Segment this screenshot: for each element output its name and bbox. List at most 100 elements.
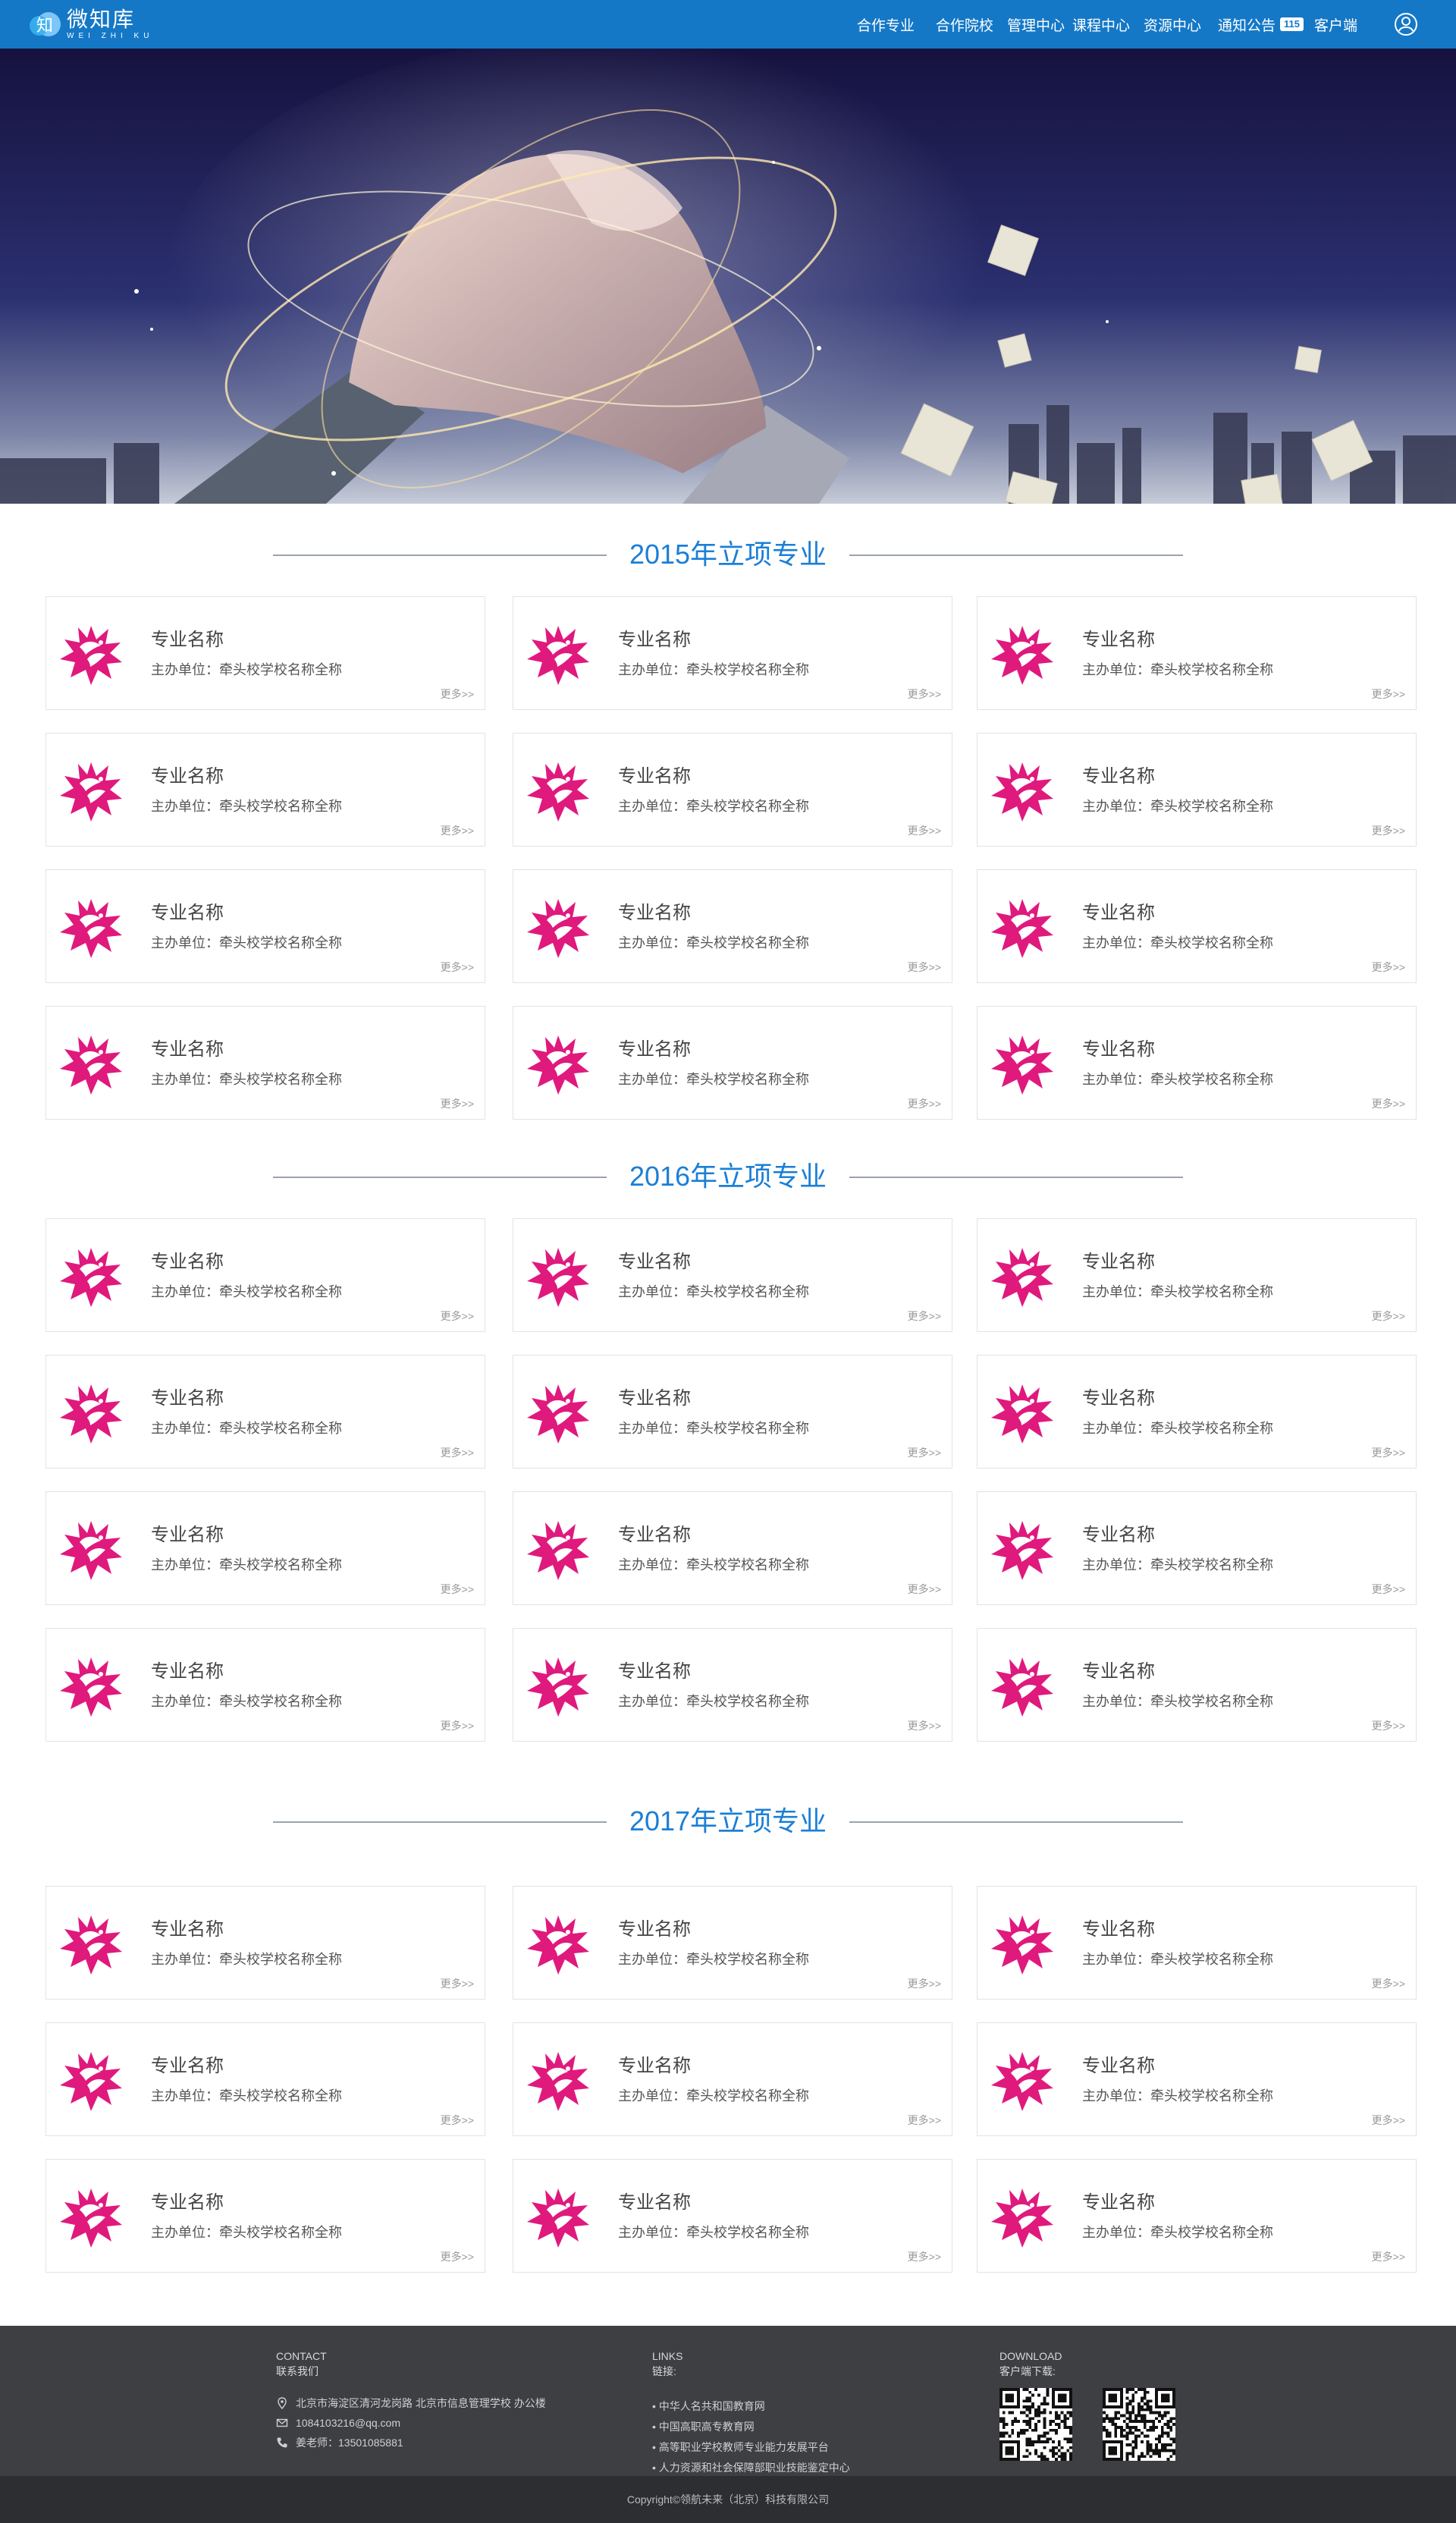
menu-resource-center[interactable]: 资源中心 — [1144, 14, 1201, 35]
more-link[interactable]: 更多>> — [441, 960, 474, 975]
more-link[interactable]: 更多>> — [908, 1445, 941, 1460]
major-card[interactable]: 专业名称 主办单位：牵头校学校名称全称 更多>> — [977, 596, 1417, 710]
more-link[interactable]: 更多>> — [1372, 1718, 1405, 1733]
more-link[interactable]: 更多>> — [908, 823, 941, 838]
major-name: 专业名称 — [618, 1252, 691, 1272]
major-card[interactable]: 专业名称 主办单位：牵头校学校名称全称 更多>> — [977, 1491, 1417, 1605]
major-card[interactable]: 专业名称 主办单位：牵头校学校名称全称 更多>> — [513, 869, 952, 983]
major-card[interactable]: 专业名称 主办单位：牵头校学校名称全称 更多>> — [513, 1355, 952, 1469]
major-card[interactable]: 专业名称 主办单位：牵头校学校名称全称 更多>> — [513, 1886, 952, 2000]
major-card[interactable]: 专业名称 主办单位：牵头校学校名称全称 更多>> — [46, 733, 485, 847]
more-link[interactable]: 更多>> — [908, 1976, 941, 1991]
host-organization: 主办单位：牵头校学校名称全称 — [1082, 1072, 1273, 1087]
more-link[interactable]: 更多>> — [1372, 687, 1405, 702]
major-card[interactable]: 专业名称 主办单位：牵头校学校名称全称 更多>> — [513, 2159, 952, 2273]
major-card[interactable]: 专业名称 主办单位：牵头校学校名称全称 更多>> — [977, 1355, 1417, 1469]
footer-link[interactable]: • 高等职业学校教师专业能力发展平台 — [652, 2440, 850, 2455]
major-name: 专业名称 — [1082, 2192, 1155, 2213]
menu-notices-label: 通知公告 — [1217, 17, 1276, 34]
project-section: 2016年立项专业 专业名称 主办单位：牵头校学校名称全称 更多>> 专业名称 主办单位：… — [0, 1142, 1456, 1764]
major-card[interactable]: 专业名称 主办单位：牵头校学校名称全称 更多>> — [46, 2159, 485, 2273]
major-card[interactable]: 专业名称 主办单位：牵头校学校名称全称 更多>> — [977, 1006, 1417, 1120]
major-name: 专业名称 — [1082, 766, 1155, 787]
major-name: 专业名称 — [618, 1661, 691, 1682]
more-link[interactable]: 更多>> — [908, 2113, 941, 2128]
svg-text:知: 知 — [36, 17, 53, 36]
project-section: 2017年立项专业 专业名称 主办单位：牵头校学校名称全称 更多>> 专业名称 主办单位：… — [0, 1787, 1456, 2295]
major-card[interactable]: 专业名称 主办单位：牵头校学校名称全称 更多>> — [513, 1628, 952, 1742]
more-link[interactable]: 更多>> — [441, 823, 474, 838]
major-card[interactable]: 专业名称 主办单位：牵头校学校名称全称 更多>> — [513, 1006, 952, 1120]
major-name: 专业名称 — [1082, 630, 1155, 650]
more-link[interactable]: 更多>> — [1372, 1582, 1405, 1597]
more-link[interactable]: 更多>> — [441, 1976, 474, 1991]
menu-client[interactable]: 客户端 — [1314, 14, 1357, 35]
flower-logo-icon — [527, 762, 589, 822]
major-card[interactable]: 专业名称 主办单位：牵头校学校名称全称 更多>> — [46, 1628, 485, 1742]
more-link[interactable]: 更多>> — [441, 2249, 474, 2264]
major-card[interactable]: 专业名称 主办单位：牵头校学校名称全称 更多>> — [46, 1218, 485, 1332]
more-link[interactable]: 更多>> — [441, 687, 474, 702]
qr-code-icon[interactable] — [1103, 2388, 1175, 2461]
flower-logo-icon — [60, 1035, 122, 1095]
menu-partner-schools[interactable]: 合作院校 — [936, 14, 993, 35]
more-link[interactable]: 更多>> — [908, 2249, 941, 2264]
footer-link[interactable]: • 人力资源和社会保障部职业技能鉴定中心 — [652, 2460, 850, 2475]
major-card[interactable]: 专业名称 主办单位：牵头校学校名称全称 更多>> — [46, 596, 485, 710]
major-card[interactable]: 专业名称 主办单位：牵头校学校名称全称 更多>> — [513, 1218, 952, 1332]
footer-link[interactable]: • 中华人名共和国教育网 — [652, 2399, 850, 2414]
major-card[interactable]: 专业名称 主办单位：牵头校学校名称全称 更多>> — [46, 1491, 485, 1605]
more-link[interactable]: 更多>> — [441, 1309, 474, 1324]
more-link[interactable]: 更多>> — [908, 1582, 941, 1597]
flower-logo-icon — [991, 762, 1053, 822]
major-card[interactable]: 专业名称 主办单位：牵头校学校名称全称 更多>> — [977, 1218, 1417, 1332]
more-link[interactable]: 更多>> — [1372, 1445, 1405, 1460]
more-link[interactable]: 更多>> — [908, 1096, 941, 1111]
more-link[interactable]: 更多>> — [908, 1718, 941, 1733]
major-card[interactable]: 专业名称 主办单位：牵头校学校名称全称 更多>> — [977, 1886, 1417, 2000]
more-link[interactable]: 更多>> — [1372, 1976, 1405, 1991]
host-organization: 主办单位：牵头校学校名称全称 — [151, 1072, 342, 1087]
more-link[interactable]: 更多>> — [441, 2113, 474, 2128]
major-card[interactable]: 专业名称 主办单位：牵头校学校名称全称 更多>> — [46, 1886, 485, 2000]
menu-notices[interactable]: 通知公告 115 — [1218, 14, 1304, 35]
major-name: 专业名称 — [151, 630, 224, 650]
menu-admin-center[interactable]: 管理中心 — [1007, 14, 1065, 35]
major-card[interactable]: 专业名称 主办单位：牵头校学校名称全称 更多>> — [977, 2022, 1417, 2136]
more-link[interactable]: 更多>> — [1372, 960, 1405, 975]
logo-name: 微知库 — [67, 8, 136, 31]
more-link[interactable]: 更多>> — [1372, 1096, 1405, 1111]
menu-partner-majors[interactable]: 合作专业 — [857, 14, 915, 35]
qr-code-icon[interactable] — [999, 2388, 1072, 2461]
major-card[interactable]: 专业名称 主办单位：牵头校学校名称全称 更多>> — [513, 1491, 952, 1605]
flower-logo-icon — [991, 899, 1053, 958]
more-link[interactable]: 更多>> — [1372, 2113, 1405, 2128]
more-link[interactable]: 更多>> — [908, 1309, 941, 1324]
more-link[interactable]: 更多>> — [441, 1718, 474, 1733]
major-card[interactable]: 专业名称 主办单位：牵头校学校名称全称 更多>> — [977, 869, 1417, 983]
site-logo[interactable]: 知 微知库 WEI ZHI KU — [27, 8, 153, 41]
more-link[interactable]: 更多>> — [441, 1096, 474, 1111]
major-card[interactable]: 专业名称 主办单位：牵头校学校名称全称 更多>> — [513, 2022, 952, 2136]
more-link[interactable]: 更多>> — [908, 687, 941, 702]
user-icon[interactable] — [1394, 12, 1418, 36]
more-link[interactable]: 更多>> — [441, 1445, 474, 1460]
more-link[interactable]: 更多>> — [1372, 823, 1405, 838]
major-card[interactable]: 专业名称 主办单位：牵头校学校名称全称 更多>> — [977, 733, 1417, 847]
more-link[interactable]: 更多>> — [1372, 2249, 1405, 2264]
more-link[interactable]: 更多>> — [908, 960, 941, 975]
major-card[interactable]: 专业名称 主办单位：牵头校学校名称全称 更多>> — [46, 869, 485, 983]
major-card[interactable]: 专业名称 主办单位：牵头校学校名称全称 更多>> — [46, 1006, 485, 1120]
major-card[interactable]: 专业名称 主办单位：牵头校学校名称全称 更多>> — [977, 1628, 1417, 1742]
more-link[interactable]: 更多>> — [441, 1582, 474, 1597]
major-card[interactable]: 专业名称 主办单位：牵头校学校名称全称 更多>> — [46, 2022, 485, 2136]
major-card[interactable]: 专业名称 主办单位：牵头校学校名称全称 更多>> — [977, 2159, 1417, 2273]
contact-email[interactable]: 1084103216@qq.com — [296, 2417, 400, 2429]
menu-course-center[interactable]: 课程中心 — [1072, 14, 1130, 35]
section-header: 2017年立项专业 — [0, 1787, 1456, 1855]
major-card[interactable]: 专业名称 主办单位：牵头校学校名称全称 更多>> — [513, 733, 952, 847]
footer-link[interactable]: • 中国高职高专教育网 — [652, 2419, 850, 2434]
more-link[interactable]: 更多>> — [1372, 1309, 1405, 1324]
major-card[interactable]: 专业名称 主办单位：牵头校学校名称全称 更多>> — [46, 1355, 485, 1469]
major-card[interactable]: 专业名称 主办单位：牵头校学校名称全称 更多>> — [513, 596, 952, 710]
